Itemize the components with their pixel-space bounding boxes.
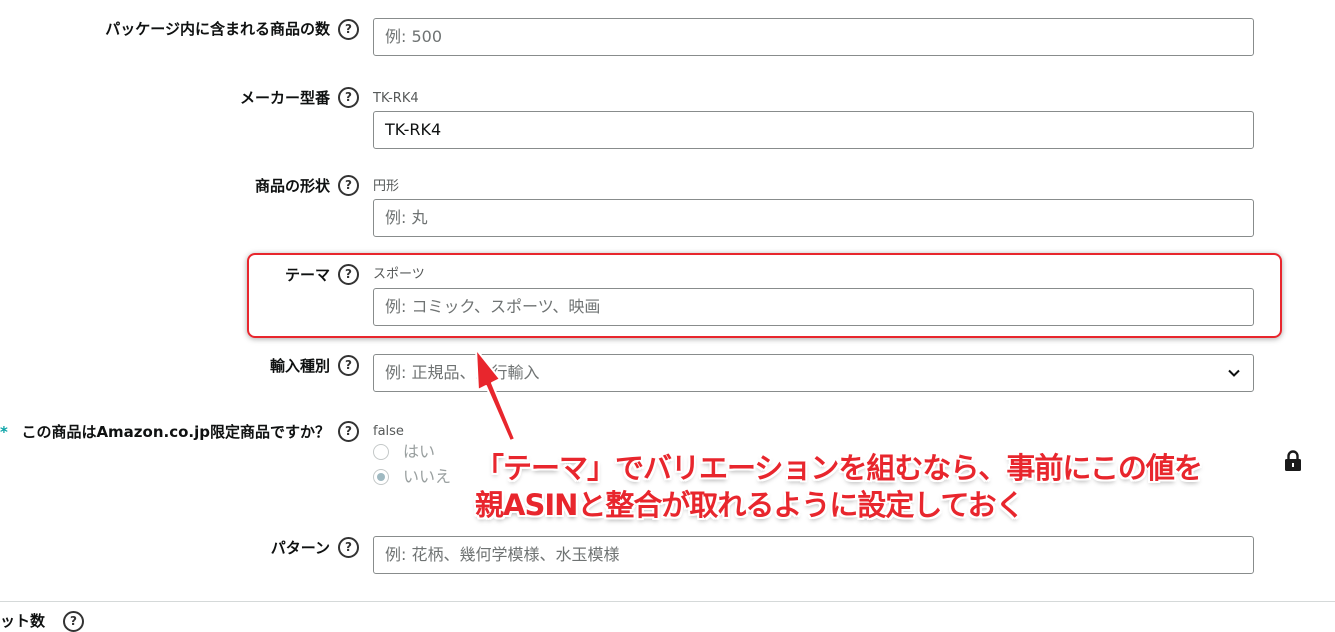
radio-no[interactable] [373, 469, 389, 485]
set-count-label: ット数 [0, 612, 46, 630]
shape-help-icon[interactable]: ? [338, 175, 359, 196]
theme-input[interactable]: 例: コミック、スポーツ、映画 [373, 288, 1254, 326]
package-qty-label: パッケージ内に含まれる商品の数 [105, 20, 330, 38]
annotation-line-2: 親ASINと整合が取れるように設定しておく [475, 488, 1025, 522]
set-count-help-icon[interactable]: ? [63, 611, 84, 632]
model-number-input[interactable]: TK-RK4 [373, 111, 1254, 149]
import-type-label: 輸入種別 [269, 357, 330, 375]
amazon-exclusive-label: この商品はAmazon.co.jp限定商品ですか？ [21, 423, 330, 441]
pattern-label: パターン [270, 539, 330, 557]
import-type-help-icon[interactable]: ? [338, 355, 359, 376]
annotation-line-1: 「テーマ」でバリエーションを組むなら、事前にこの値を [475, 451, 1203, 485]
annotation-text: 「テーマ」でバリエーションを組むなら、事前にこの値を 親ASINと整合が取れるよ… [475, 450, 1203, 524]
model-number-label: メーカー型番 [239, 89, 330, 107]
shape-hint: 円形 [373, 179, 400, 194]
required-mark: * [0, 423, 8, 441]
shape-label: 商品の形状 [254, 177, 330, 195]
theme-hint: スポーツ [373, 267, 425, 282]
radio-yes[interactable] [373, 444, 389, 460]
theme-help-icon[interactable]: ? [338, 264, 359, 285]
radio-no-label: いいえ [403, 467, 452, 486]
pattern-input[interactable]: 例: 花柄、幾何学模様、水玉模様 [373, 536, 1254, 574]
package-qty-help-icon[interactable]: ? [338, 19, 359, 40]
model-number-help-icon[interactable]: ? [338, 87, 359, 108]
amazon-exclusive-hint: false [373, 424, 404, 439]
red-arrow [475, 348, 516, 442]
amazon-exclusive-help-icon[interactable]: ? [338, 421, 359, 442]
package-qty-input[interactable]: 例: 500 [373, 18, 1254, 56]
chevron-down-icon [1228, 369, 1240, 377]
pattern-help-icon[interactable]: ? [338, 537, 359, 558]
radio-yes-label: はい [403, 442, 436, 461]
lock-icon [1285, 450, 1301, 471]
section-divider [0, 601, 1335, 602]
model-number-hint: TK-RK4 [373, 91, 419, 106]
shape-input[interactable]: 例: 丸 [373, 199, 1254, 237]
theme-label: テーマ [284, 266, 330, 284]
